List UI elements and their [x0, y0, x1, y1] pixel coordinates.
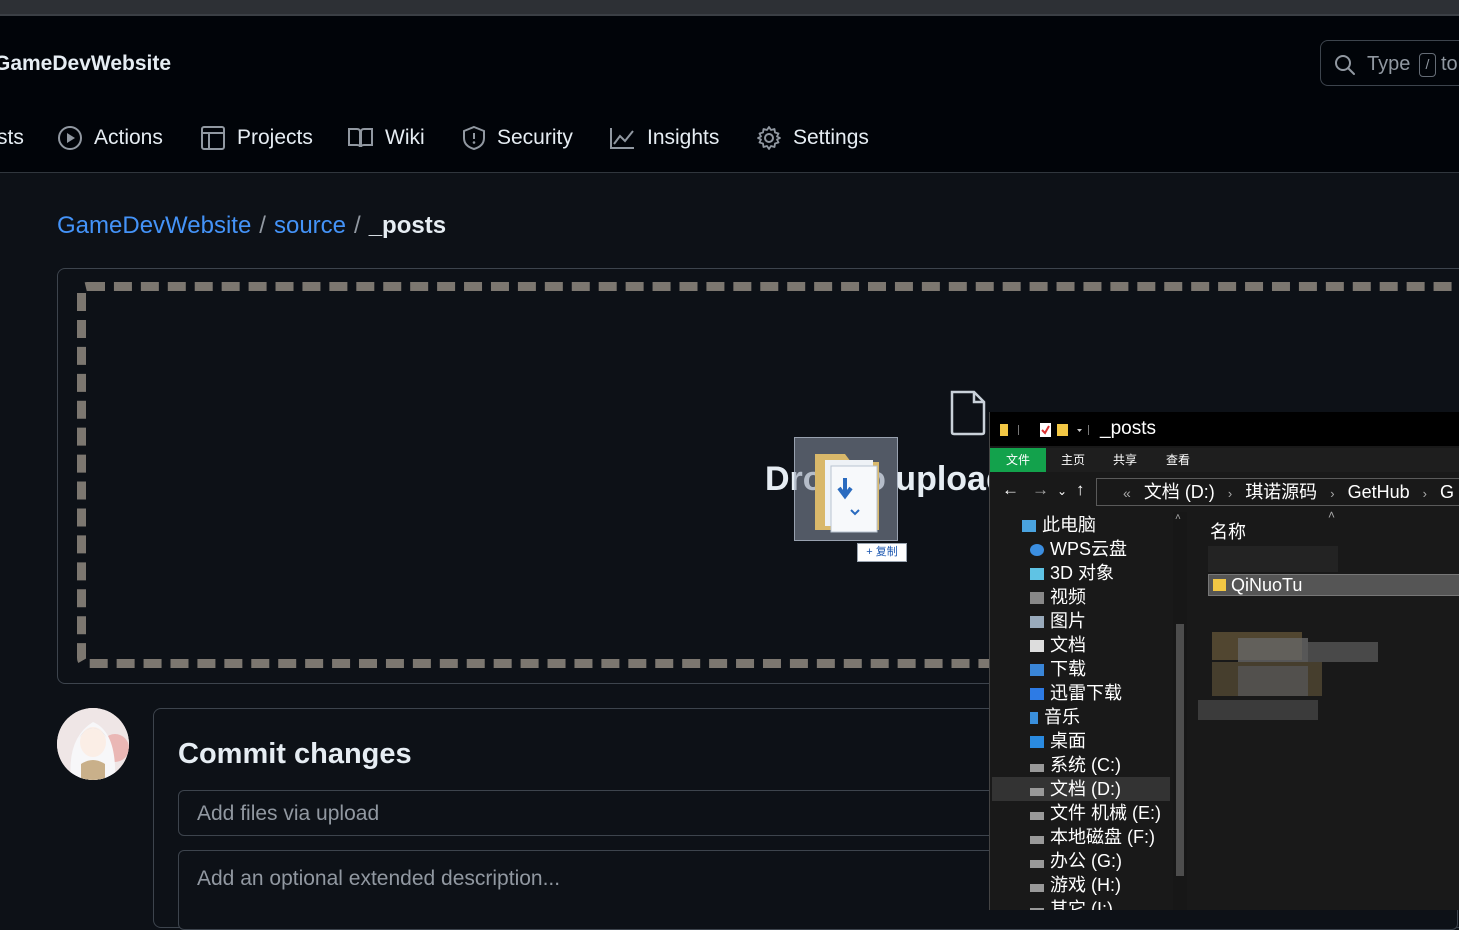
breadcrumb-separator: /: [354, 212, 361, 239]
commit-summary-placeholder: Add files via upload: [197, 802, 380, 825]
explorer-titlebar[interactable]: _posts: [990, 412, 1459, 446]
breadcrumb-repo-link[interactable]: GameDevWebsite: [57, 212, 251, 239]
scrollbar-thumb[interactable]: [1176, 624, 1184, 876]
sort-ascending-icon: ˄: [1328, 508, 1336, 522]
play-circle-icon: [58, 126, 82, 150]
tab-projects-label: Projects: [237, 126, 313, 149]
folder-icon: [1213, 579, 1226, 591]
path-prefix: «: [1123, 485, 1131, 501]
explorer-ribbon-tabs: 文件 主页 共享 查看: [990, 448, 1459, 472]
avatar-illustration-icon: [57, 708, 129, 780]
picture-icon: [1030, 616, 1044, 628]
back-arrow-icon[interactable]: ←: [1002, 480, 1019, 500]
drag-preview: [794, 437, 898, 541]
file-icon: [950, 390, 986, 436]
ribbon-tab-share[interactable]: 共享: [1100, 448, 1150, 472]
explorer-nav-pane: 此电脑 WPS云盘 3D 对象 视频 图片 文档 下载 迅雷下载 音乐 桌面 系…: [990, 512, 1190, 910]
drive-icon: [1030, 812, 1044, 820]
graph-icon: [610, 128, 634, 149]
tab-insights-label: Insights: [647, 126, 720, 149]
ribbon-tab-file[interactable]: 文件: [990, 448, 1046, 472]
column-header-name[interactable]: 名称: [1210, 518, 1246, 544]
file-row-name: QiNuoTu: [1231, 575, 1303, 595]
music-icon: [1030, 712, 1038, 724]
path-segment[interactable]: 琪诺源码: [1245, 482, 1317, 502]
commit-title: Commit changes: [178, 738, 412, 770]
drive-icon: [1030, 860, 1044, 868]
path-segment[interactable]: GetHub: [1348, 482, 1410, 502]
ribbon-tab-home[interactable]: 主页: [1048, 448, 1098, 472]
tab-settings-label: Settings: [793, 126, 869, 149]
nav-item-drive-d[interactable]: 文档 (D:): [992, 777, 1170, 801]
video-icon: [1030, 592, 1044, 604]
tab-projects[interactable]: Projects: [200, 118, 313, 158]
search-input[interactable]: Type / to: [1320, 40, 1459, 86]
recent-chevron-icon[interactable]: ⌄: [1057, 484, 1067, 498]
github-header: GameDevWebsite Type / to sts Actions Pro…: [0, 0, 1459, 173]
nav-pane-scrollbar[interactable]: ˄: [1173, 512, 1187, 910]
file-explorer-window[interactable]: _posts 文件 主页 共享 查看 ← → ⌄ ↑ « 文档 (D:) › 琪…: [989, 412, 1459, 910]
path-segment[interactable]: 文档 (D:): [1144, 482, 1215, 502]
table-icon: [201, 126, 225, 150]
file-row-selected[interactable]: QiNuoTu: [1208, 574, 1459, 596]
drive-icon: [1030, 836, 1044, 844]
search-icon: [1335, 55, 1355, 75]
scroll-up-icon[interactable]: ˄: [1175, 512, 1181, 523]
blurred-files-icon: [1198, 546, 1378, 720]
drive-icon: [1030, 884, 1044, 892]
avatar: [57, 708, 129, 780]
xunlei-icon: [1030, 688, 1044, 700]
download-icon: [1030, 664, 1044, 676]
breadcrumb-source-link[interactable]: source: [274, 212, 346, 239]
gear-icon: [757, 126, 781, 150]
folder-icon: [815, 454, 879, 533]
desktop-icon: [1030, 736, 1044, 748]
up-arrow-icon[interactable]: ↑: [1076, 480, 1085, 500]
path-chevron-icon: ›: [1227, 486, 1233, 501]
drive-icon: [1030, 764, 1044, 772]
explorer-file-list: 名称 ˄ QiNuoTu: [1190, 508, 1459, 910]
ribbon-tab-view[interactable]: 查看: [1153, 448, 1203, 472]
cube-icon: [1030, 568, 1044, 580]
explorer-address-bar: ← → ⌄ ↑ « 文档 (D:) › 琪诺源码 › GetHub › G: [990, 474, 1459, 510]
tab-wiki-label: Wiki: [385, 126, 425, 149]
book-icon: [348, 128, 373, 148]
search-placeholder-tail: to: [1441, 53, 1458, 75]
breadcrumb-current: _posts: [368, 212, 447, 239]
search-shortcut-key: /: [1419, 53, 1436, 77]
tab-insights[interactable]: Insights: [609, 118, 719, 158]
shield-icon: [463, 125, 485, 151]
tab-partial-label: sts: [0, 126, 24, 149]
drive-icon: [1030, 788, 1044, 796]
browser-chrome-strip: [0, 0, 1459, 16]
quick-access-icon: [1000, 423, 1089, 437]
tab-actions[interactable]: Actions: [57, 118, 163, 158]
computer-icon: [1022, 520, 1036, 532]
tab-settings[interactable]: Settings: [756, 118, 869, 158]
forward-arrow-icon[interactable]: →: [1032, 480, 1049, 500]
path-segment[interactable]: G: [1440, 482, 1454, 502]
document-icon: [1030, 640, 1044, 652]
explorer-title: _posts: [1100, 418, 1156, 439]
tab-wiki[interactable]: Wiki: [347, 118, 425, 158]
tab-actions-label: Actions: [94, 126, 163, 149]
copy-badge: + 复制: [857, 543, 907, 562]
commit-description-placeholder: Add an optional extended description...: [197, 867, 561, 890]
address-path[interactable]: « 文档 (D:) › 琪诺源码 › GetHub › G: [1096, 478, 1459, 506]
tab-security-label: Security: [497, 126, 573, 149]
path-chevron-icon: ›: [1422, 486, 1427, 501]
tab-partial[interactable]: sts: [0, 118, 24, 158]
breadcrumb: GameDevWebsite / source / _posts: [57, 212, 446, 240]
search-placeholder: Type: [1367, 53, 1411, 75]
cloud-icon: [1030, 544, 1044, 556]
path-chevron-icon: ›: [1330, 486, 1335, 501]
repo-name-link[interactable]: GameDevWebsite: [0, 52, 171, 76]
tab-security[interactable]: Security: [462, 118, 573, 158]
breadcrumb-separator: /: [259, 212, 266, 239]
